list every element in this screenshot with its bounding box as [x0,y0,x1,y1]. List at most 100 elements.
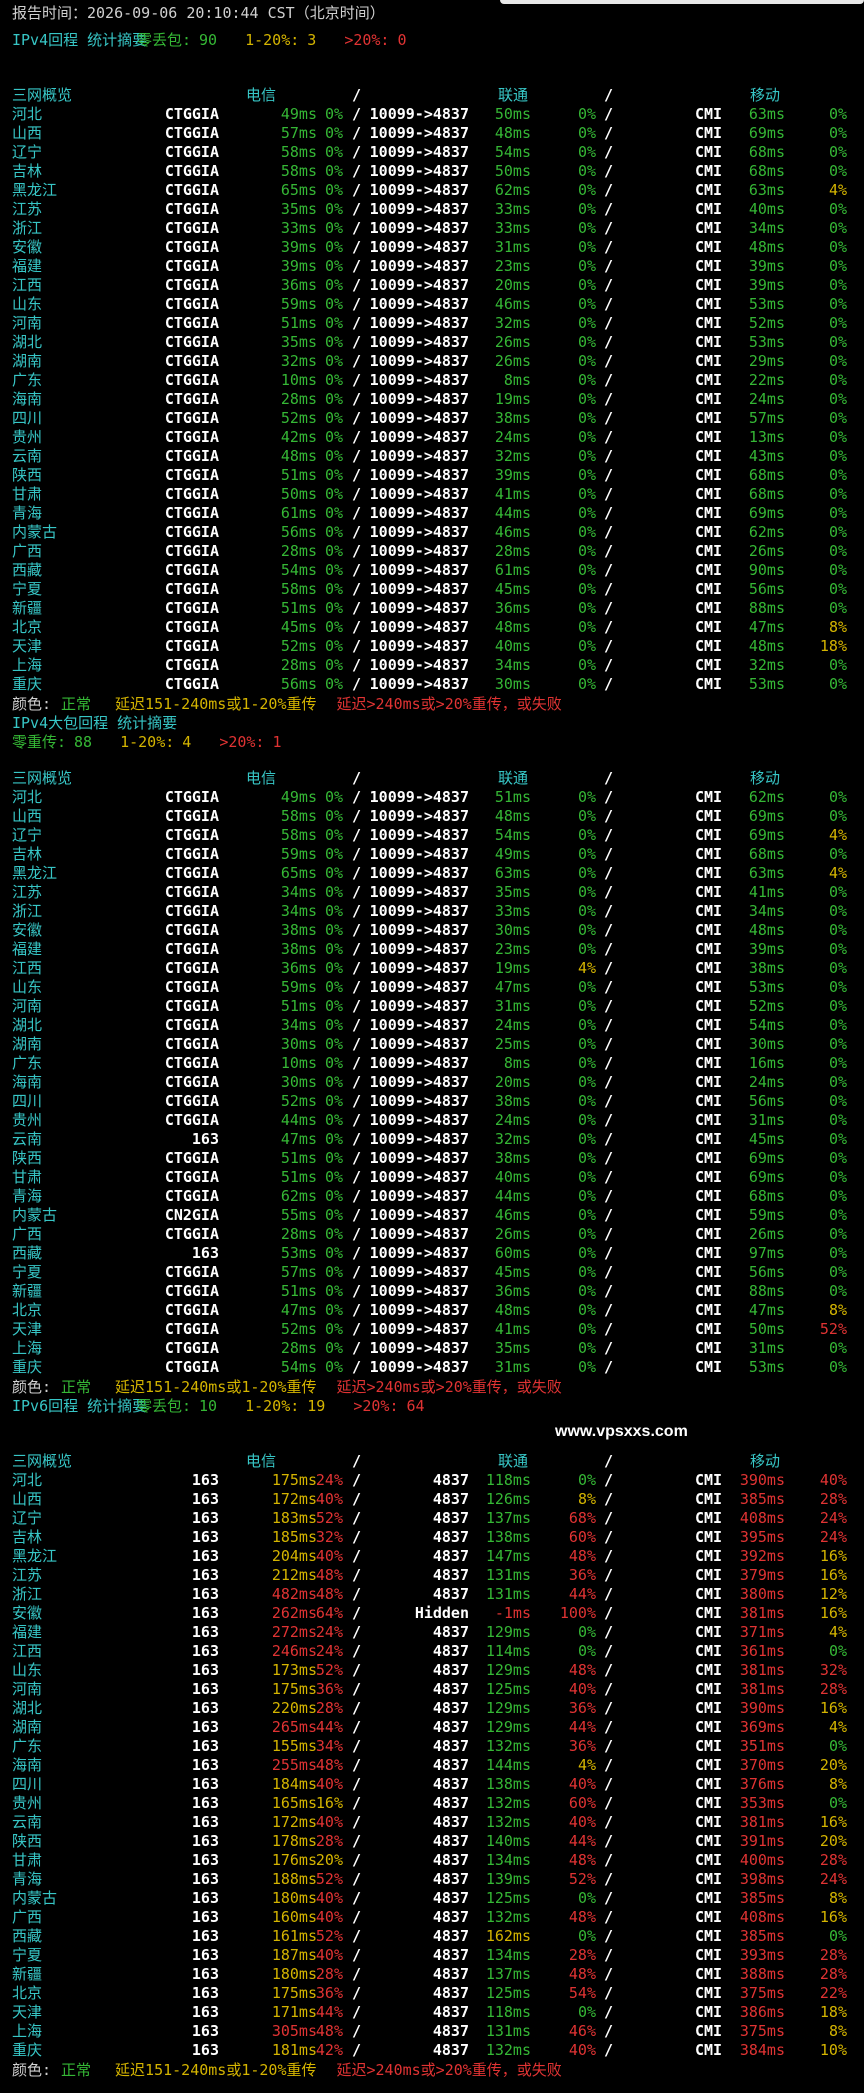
telecom-route: CTGGIA [164,200,219,218]
telecom-loss: 40% [315,1775,343,1793]
region-name: 新疆 [12,1965,43,1983]
column-separator: / [352,333,362,351]
column-separator: / [604,1642,614,1660]
unicom-loss: 0% [577,409,596,427]
column-separator: / [352,1946,362,1964]
telecom-latency: 34ms [280,902,317,920]
region-name: 甘肃 [12,1851,43,1869]
column-separator: / [352,1680,362,1698]
mobile-latency: 47ms [748,618,785,636]
unicom-latency: 8ms [503,371,531,389]
mobile-loss: 0% [828,883,847,901]
mobile-latency: 62ms [748,523,785,541]
mobile-loss: 0% [828,523,847,541]
unicom-latency: 48ms [494,807,531,825]
column-separator: / [352,1471,362,1489]
summary-zero-count: 10 [199,1397,218,1415]
telecom-loss: 34% [315,1737,343,1755]
unicom-route: 10099->4837 [369,257,469,275]
region-name: 广东 [12,1054,43,1072]
column-separator: / [604,390,614,408]
mobile-loss: 4% [828,826,847,844]
column-separator: / [352,1737,362,1755]
column-separator: / [604,542,614,560]
unicom-route: 10099->4837 [369,105,469,123]
mobile-route: CMI [695,618,723,636]
telecom-latency: 36ms [280,959,317,977]
telecom-route: CTGGIA [164,1339,219,1357]
telecom-route: 163 [191,1699,219,1717]
unicom-route: 10099->4837 [369,788,469,806]
column-separator: / [604,959,614,977]
mobile-loss: 0% [828,1054,847,1072]
unicom-latency: 45ms [494,1263,531,1281]
table-row: 江苏 CTGGIA 34ms 0% / 10099->4837 35ms 0% / CMI 41ms… [0,883,864,902]
unicom-route: 10099->4837 [369,1111,469,1129]
region-name: 内蒙古 [12,1889,58,1907]
column-separator: / [352,238,362,256]
column-separator: / [352,200,362,218]
summary-high-label: >20%: [219,733,265,751]
table-row: 北京 CTGGIA 47ms 0% / 10099->4837 48ms 0% / CMI 47ms… [0,1301,864,1320]
col-header-sep: / [352,86,362,104]
window-top-bar [500,0,864,4]
telecom-latency: 175ms [271,1984,317,2002]
telecom-latency: 52ms [280,1320,317,1338]
unicom-route: 4837 [432,1851,469,1869]
unicom-loss: 0% [577,675,596,693]
table-row: 广西 CTGGIA 28ms 0% / 10099->4837 26ms 0% / CMI 26ms… [0,1225,864,1244]
telecom-route: CTGGIA [164,807,219,825]
telecom-route: 163 [191,1908,219,1926]
column-separator: / [352,1339,362,1357]
telecom-route: 163 [191,1509,219,1527]
unicom-route: 10099->4837 [369,542,469,560]
column-separator: / [604,2003,614,2021]
unicom-route: 4837 [432,1661,469,1679]
telecom-route: 163 [191,1642,219,1660]
region-name: 山东 [12,978,43,996]
column-separator: / [604,1092,614,1110]
unicom-loss: 0% [577,466,596,484]
telecom-route: 163 [191,1585,219,1603]
telecom-route: CTGGIA [164,1320,219,1338]
mobile-loss: 20% [819,1832,847,1850]
unicom-latency: 48ms [494,618,531,636]
column-separator: / [352,314,362,332]
unicom-latency: 38ms [494,1149,531,1167]
column-separator: / [352,1889,362,1907]
telecom-route: CTGGIA [164,295,219,313]
telecom-route: 163 [191,1756,219,1774]
table-row: 内蒙古 163 180ms 40% / 4837 125ms 0% / CMI 385ms 8% [0,1889,864,1908]
telecom-loss: 0% [324,1263,343,1281]
table-row: 江苏 163 212ms 48% / 4837 131ms 36% / CMI 379ms 16% [0,1566,864,1585]
column-separator: / [604,1908,614,1926]
unicom-loss: 0% [577,1149,596,1167]
unicom-route: 4837 [432,1927,469,1945]
telecom-route: CTGGIA [164,883,219,901]
telecom-latency: 160ms [271,1908,317,1926]
telecom-route: 163 [191,1661,219,1679]
telecom-loss: 52% [315,1927,343,1945]
unicom-loss: 0% [577,371,596,389]
mobile-route: CMI [695,580,723,598]
unicom-latency: 50ms [494,105,531,123]
mobile-loss: 8% [828,1775,847,1793]
column-separator: / [352,788,362,806]
region-name: 浙江 [12,902,43,920]
unicom-route: 4837 [432,1832,469,1850]
mobile-latency: 351ms [739,1737,785,1755]
region-name: 河北 [12,105,43,123]
telecom-loss: 44% [315,1718,343,1736]
mobile-route: CMI [695,1946,723,1964]
telecom-latency: 56ms [280,523,317,541]
table-row: 黑龙江 CTGGIA 65ms 0% / 10099->4837 62ms 0% / CMI 63m… [0,181,864,200]
mobile-latency: 384ms [739,2041,785,2059]
unicom-loss: 0% [577,1092,596,1110]
mobile-route: CMI [695,1623,723,1641]
col-header-sep: / [604,1452,614,1470]
region-name: 西藏 [12,1927,43,1945]
column-separator: / [352,1794,362,1812]
mobile-latency: 393ms [739,1946,785,1964]
telecom-latency: 47ms [280,1130,317,1148]
unicom-latency: 139ms [485,1870,531,1888]
